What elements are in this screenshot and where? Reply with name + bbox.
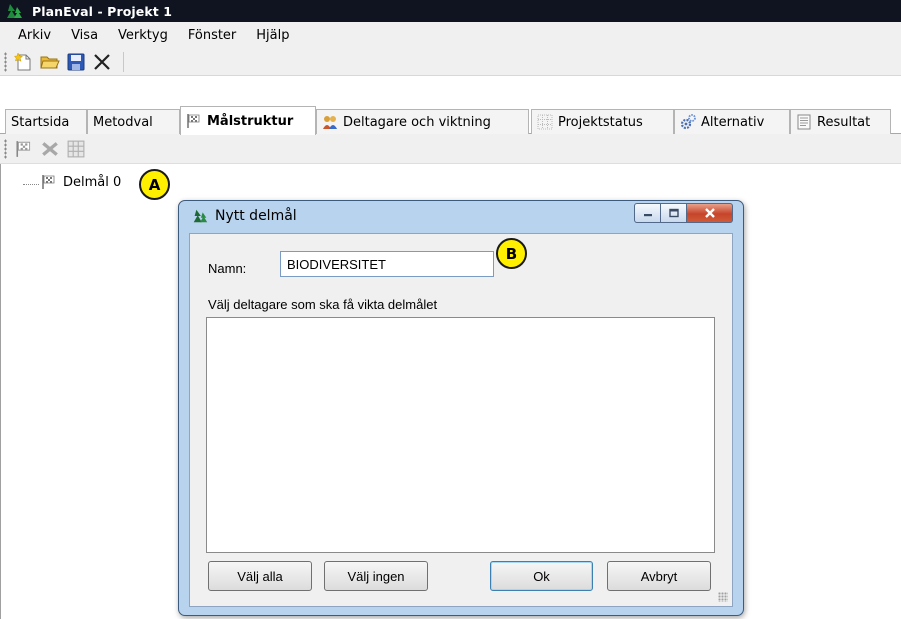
table-icon <box>67 140 85 157</box>
select-all-button[interactable]: Välj alla <box>208 561 312 591</box>
open-folder-button[interactable] <box>39 51 61 73</box>
flag-icon <box>42 175 55 189</box>
tab-metodval[interactable]: Metodval <box>87 109 180 134</box>
dialog-title: Nytt delmål <box>215 208 297 224</box>
save-button[interactable] <box>65 51 87 73</box>
callout-letter: B <box>505 244 518 263</box>
toolbar-grip[interactable] <box>4 51 7 72</box>
window-title-bar[interactable]: PlanEval - Projekt 1 <box>0 0 901 22</box>
participants-label: Välj deltagare som ska få vikta delmålet <box>208 297 438 312</box>
flag-icon <box>187 114 200 128</box>
menu-hjalp[interactable]: Hjälp <box>256 28 289 43</box>
menu-arkiv[interactable]: Arkiv <box>18 28 51 43</box>
close-project-button[interactable] <box>91 51 113 73</box>
close-icon <box>94 53 110 70</box>
delete-goal-button[interactable] <box>39 138 61 160</box>
toolbar-separator <box>123 51 124 72</box>
close-button[interactable] <box>687 203 733 223</box>
window-controls <box>634 203 733 223</box>
tab-alternativ[interactable]: Alternativ <box>674 109 790 134</box>
tab-deltagare-och-viktning[interactable]: Deltagare och viktning <box>316 109 529 134</box>
participants-list[interactable] <box>206 317 715 553</box>
maximize-icon <box>668 208 679 218</box>
document-icon <box>797 114 811 130</box>
button-label: Ok <box>533 568 550 584</box>
table-button[interactable] <box>65 138 87 160</box>
new-file-button[interactable] <box>13 51 35 73</box>
tab-bar: Startsida Metodval Målstruktur Deltagare… <box>0 106 901 135</box>
name-input[interactable] <box>280 251 494 277</box>
new-file-icon <box>14 51 31 70</box>
name-label: Namn: <box>208 261 247 276</box>
tab-label: Deltagare och viktning <box>343 114 491 130</box>
minimize-button[interactable] <box>634 203 661 223</box>
menu-verktyg[interactable]: Verktyg <box>118 28 168 43</box>
dialog-body: Namn: Välj deltagare som ska få vikta de… <box>189 233 733 607</box>
maximize-button[interactable] <box>661 203 687 223</box>
toolbar-grip[interactable] <box>4 138 7 159</box>
select-none-button[interactable]: Välj ingen <box>324 561 428 591</box>
resize-grip[interactable] <box>718 592 728 602</box>
main-toolbar <box>0 48 901 76</box>
app-icon <box>193 209 208 223</box>
delete-icon <box>42 141 58 156</box>
tab-projektstatus[interactable]: Projektstatus <box>531 109 674 134</box>
tab-startsida[interactable]: Startsida <box>5 109 87 134</box>
tab-label: Metodval <box>93 114 153 130</box>
window-title: PlanEval - Projekt 1 <box>32 3 173 19</box>
new-goal-dialog: Nytt delmål Namn: Välj deltagare som ska… <box>178 200 744 616</box>
tree-node-delmal-0[interactable]: Delmål 0 <box>41 174 121 190</box>
gears-icon <box>680 114 696 130</box>
close-icon <box>704 208 715 218</box>
tab-label: Alternativ <box>701 114 765 130</box>
tree-connector <box>23 184 39 185</box>
button-label: Avbryt <box>640 568 678 584</box>
save-icon <box>67 53 85 70</box>
tab-label: Projektstatus <box>558 114 643 130</box>
button-label: Välj alla <box>237 568 283 584</box>
tab-malstruktur[interactable]: Målstruktur <box>180 106 316 135</box>
tab-label: Resultat <box>817 114 871 130</box>
goal-toolbar <box>0 134 901 164</box>
tab-resultat[interactable]: Resultat <box>790 109 891 134</box>
tree-node-label: Delmål 0 <box>63 174 122 190</box>
add-goal-button[interactable] <box>13 138 35 160</box>
menu-visa[interactable]: Visa <box>71 28 98 43</box>
tab-label: Målstruktur <box>207 113 294 129</box>
ok-button[interactable]: Ok <box>490 561 593 591</box>
tab-label: Startsida <box>11 114 70 130</box>
menu-fonster[interactable]: Fönster <box>188 28 236 43</box>
app-icon <box>7 4 22 18</box>
callout-b: B <box>496 238 527 269</box>
minimize-icon <box>643 214 652 217</box>
people-icon <box>323 116 337 129</box>
add-goal-icon <box>16 140 31 157</box>
grid-icon <box>537 114 553 130</box>
menu-bar: Arkiv Visa Verktyg Fönster Hjälp <box>0 22 901 48</box>
callout-letter: A <box>148 175 161 194</box>
button-label: Välj ingen <box>347 568 405 584</box>
open-folder-icon <box>40 56 60 68</box>
callout-a: A <box>139 169 170 200</box>
cancel-button[interactable]: Avbryt <box>607 561 711 591</box>
